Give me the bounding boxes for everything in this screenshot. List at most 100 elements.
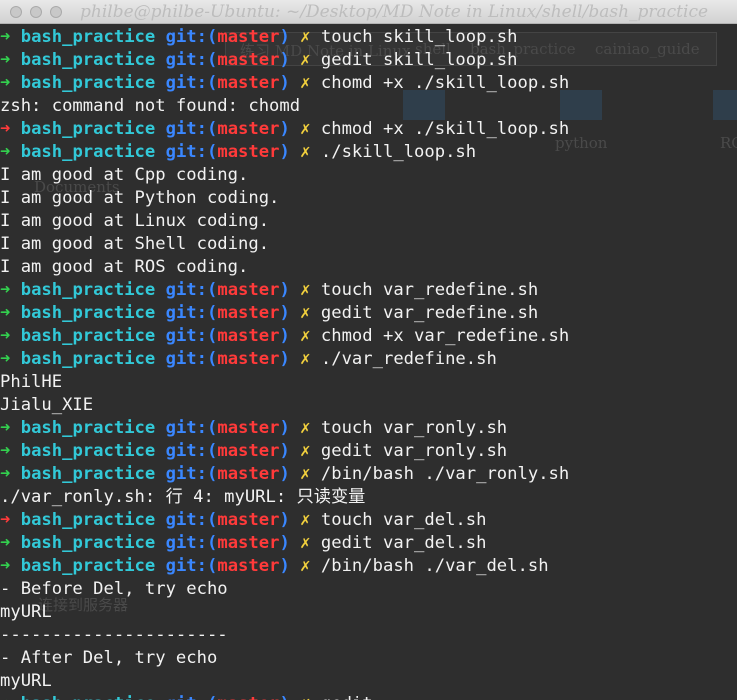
window-controls (10, 6, 62, 18)
prompt-line: ➜ bash_practice git:(master) ✗ touch ski… (0, 26, 737, 49)
command-text: touch skill_loop.sh (320, 27, 518, 47)
output-line: - Before Del, try echo (0, 578, 737, 601)
prompt-git-close: ) (279, 441, 290, 461)
prompt-arrow-icon: ➜ (0, 510, 11, 530)
prompt-line: ➜ bash_practice git:(master) ✗ gedit ski… (0, 49, 737, 72)
prompt-directory: bash_practice (20, 556, 156, 576)
prompt-arrow-icon: ➜ (0, 418, 11, 438)
prompt-arrow-icon: ➜ (0, 50, 11, 70)
command-text: /bin/bash ./var_del.sh (320, 556, 549, 576)
prompt-git-close: ) (279, 73, 290, 93)
prompt-line: ➜ bash_practice git:(master) ✗ touch var… (0, 417, 737, 440)
dirty-mark-icon: ✗ (300, 119, 311, 139)
prompt-git-close: ) (279, 349, 290, 369)
prompt-line: ➜ bash_practice git:(master) ✗ /bin/bash… (0, 555, 737, 578)
prompt-git-close: ) (279, 326, 290, 346)
output-text: PhilHE (0, 372, 63, 392)
command-text: gedit skill_loop.sh (320, 50, 518, 70)
prompt-arrow-icon: ➜ (0, 349, 11, 369)
prompt-arrow-icon: ➜ (0, 303, 11, 323)
prompt-line: ➜ bash_practice git:(master) ✗ chmod +x … (0, 118, 737, 141)
prompt-git-close: ) (279, 556, 290, 576)
prompt-line: ➜ bash_practice git:(master) ✗ chomd +x … (0, 72, 737, 95)
command-text: /bin/bash ./var_ronly.sh (320, 464, 570, 484)
prompt-directory: bash_practice (20, 73, 156, 93)
prompt-arrow-icon: ➜ (0, 533, 11, 553)
prompt-branch: master (217, 418, 280, 438)
output-text: - Before Del, try echo (0, 579, 228, 599)
prompt-arrow-icon: ➜ (0, 464, 11, 484)
dirty-mark-icon: ✗ (300, 418, 311, 438)
prompt-git-label: git:( (165, 280, 218, 300)
close-button[interactable] (10, 6, 22, 18)
output-line: myURL (0, 670, 737, 693)
command-text: touch var_del.sh (320, 510, 487, 530)
output-line: - After Del, try echo (0, 647, 737, 670)
prompt-branch: master (217, 27, 280, 47)
output-line: myURL (0, 601, 737, 624)
terminal-output[interactable]: ➜ bash_practice git:(master) ✗ touch ski… (0, 26, 737, 700)
prompt-git-close: ) (279, 510, 290, 530)
command-text: chomd +x ./skill_loop.sh (320, 73, 570, 93)
prompt-directory: bash_practice (20, 349, 156, 369)
prompt-branch: master (217, 73, 280, 93)
prompt-line: ➜ bash_practice git:(master) ✗ touch var… (0, 279, 737, 302)
prompt-branch: master (217, 349, 280, 369)
prompt-branch: master (217, 464, 280, 484)
output-text: ---------------------- (0, 625, 228, 645)
output-text: Jialu_XIE (0, 395, 94, 415)
dirty-mark-icon: ✗ (300, 349, 311, 369)
prompt-git-close: ) (279, 464, 290, 484)
command-text: touch var_redefine.sh (320, 280, 539, 300)
prompt-branch: master (217, 303, 280, 323)
command-text: gedit var_ronly.sh (320, 441, 508, 461)
output-line: I am good at ROS coding. (0, 256, 737, 279)
prompt-directory: bash_practice (20, 441, 156, 461)
prompt-line: ➜ bash_practice git:(master) ✗ gedit (0, 693, 737, 700)
prompt-line: ➜ bash_practice git:(master) ✗ ./var_red… (0, 348, 737, 371)
dirty-mark-icon: ✗ (300, 694, 310, 700)
prompt-git-close: ) (279, 303, 290, 323)
prompt-directory: bash_practice (20, 464, 156, 484)
prompt-line: ➜ bash_practice git:(master) ✗ /bin/bash… (0, 463, 737, 486)
prompt-directory: bash_practice (20, 326, 156, 346)
prompt-git-close: ) (279, 142, 290, 162)
dirty-mark-icon: ✗ (300, 280, 311, 300)
prompt-git-label: git:( (165, 27, 218, 47)
prompt-directory: bash_practice (20, 280, 156, 300)
prompt-arrow-icon: ➜ (0, 27, 11, 47)
prompt-directory: bash_practice (20, 119, 156, 139)
minimize-button[interactable] (30, 6, 42, 18)
prompt-line: ➜ bash_practice git:(master) ✗ chmod +x … (0, 325, 737, 348)
prompt-git-close: ) (279, 27, 290, 47)
prompt-line: ➜ bash_practice git:(master) ✗ gedit var… (0, 302, 737, 325)
title-bar: philbe@philbe-Ubuntu: ~/Desktop/MD Note … (0, 0, 737, 24)
prompt-branch: master (217, 441, 280, 461)
prompt-branch: master (217, 119, 280, 139)
dirty-mark-icon: ✗ (300, 464, 311, 484)
prompt-line: ➜ bash_practice git:(master) ✗ touch var… (0, 509, 737, 532)
output-line: I am good at Linux coding. (0, 210, 737, 233)
prompt-arrow-icon: ➜ (0, 142, 11, 162)
prompt-directory: bash_practice (20, 142, 156, 162)
prompt-directory: bash_practice (20, 510, 156, 530)
prompt-git-close: ) (279, 119, 290, 139)
dirty-mark-icon: ✗ (300, 50, 311, 70)
dirty-mark-icon: ✗ (300, 510, 311, 530)
maximize-button[interactable] (50, 6, 62, 18)
output-line: I am good at Python coding. (0, 187, 737, 210)
output-line: ./var_ronly.sh: 行 4: myURL: 只读变量 (0, 486, 737, 509)
prompt-arrow-icon: ➜ (0, 694, 10, 700)
prompt-branch: master (217, 510, 280, 530)
dirty-mark-icon: ✗ (300, 326, 311, 346)
prompt-directory: bash_practice (20, 533, 156, 553)
output-line: I am good at Shell coding. (0, 233, 737, 256)
window-title: philbe@philbe-Ubuntu: ~/Desktop/MD Note … (80, 2, 709, 22)
prompt-git-label: git:( (165, 464, 218, 484)
prompt-branch: master (217, 694, 279, 700)
output-line: PhilHE (0, 371, 737, 394)
prompt-git-label: git:( (166, 694, 218, 700)
prompt-arrow-icon: ➜ (0, 441, 11, 461)
prompt-directory: bash_practice (21, 694, 156, 700)
prompt-branch: master (217, 556, 280, 576)
